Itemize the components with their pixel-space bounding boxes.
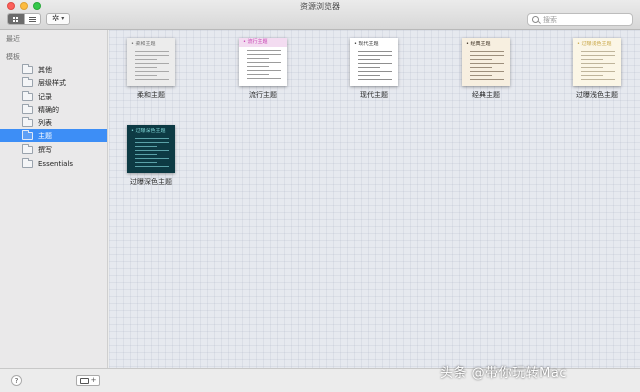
theme-name: 过曝浅色主题 (576, 91, 618, 99)
search-placeholder: 搜索 (543, 15, 557, 24)
folder-icon (22, 116, 33, 127)
sidebar-item-notes[interactable]: 记录 (0, 90, 107, 103)
theme-name: 过曝深色主题 (130, 178, 172, 186)
sidebar-item-outline-styles[interactable]: 层级样式 (0, 76, 107, 89)
theme-thumbnail[interactable]: 经典主题 (462, 38, 510, 86)
templates-section-header: 模板 (6, 53, 20, 61)
sidebar-item-lists[interactable]: 列表 (0, 116, 107, 129)
plus-icon: + (90, 376, 97, 384)
gear-icon: ✲ (51, 13, 60, 24)
folder-icon (22, 90, 33, 101)
help-button[interactable]: ? (11, 375, 22, 386)
template-icon (79, 377, 89, 384)
thumbnail-title: 过曝浅色主题 (577, 41, 617, 48)
sidebar-item-writing[interactable]: 撰写 (0, 143, 107, 156)
add-template-button[interactable]: + (76, 375, 100, 386)
sidebar-item-precise[interactable]: 精确的 (0, 103, 107, 116)
search-icon (532, 16, 539, 23)
theme-name: 现代主题 (360, 91, 388, 99)
theme-thumbnail[interactable]: 过曝浅色主题 (573, 38, 621, 86)
sidebar-item-essentials[interactable]: Essentials (0, 157, 107, 170)
theme-gallery: 柔和主题 柔和主题 流行主题 流行主题 现代主题 现代主题 经典主题 (109, 30, 640, 368)
theme-thumbnail[interactable]: 流行主题 (239, 38, 287, 86)
sidebar-item-other[interactable]: 其他 (0, 63, 107, 76)
theme-name: 柔和主题 (137, 91, 165, 99)
sidebar-item-themes[interactable]: 主题 (0, 129, 107, 142)
search-field[interactable]: 搜索 (527, 13, 633, 26)
grid-view-button[interactable] (8, 14, 24, 24)
theme-name: 经典主题 (472, 91, 500, 99)
folder-icon (22, 76, 33, 87)
resource-browser-window: 资源浏览器 ✲ ▾ 搜索 最近 模板 其他 层级样式 记录 精确的 列表 主题 … (0, 0, 640, 392)
theme-name: 流行主题 (249, 91, 277, 99)
sidebar-item-label: 列表 (38, 118, 52, 127)
chevron-down-icon: ▾ (61, 15, 65, 22)
grid-view-icon (13, 16, 19, 22)
sidebar-item-label: 精确的 (38, 105, 59, 114)
folder-icon (22, 157, 33, 168)
sidebar: 最近 模板 其他 层级样式 记录 精确的 列表 主题 撰写 Essentials (0, 30, 108, 368)
thumbnail-title: 流行主题 (239, 38, 287, 47)
thumbnail-title: 经典主题 (466, 41, 506, 48)
thumbnail-title: 柔和主题 (131, 41, 171, 48)
sidebar-item-label: 记录 (38, 92, 52, 101)
recent-section-header[interactable]: 最近 (6, 34, 20, 44)
watermark: 头条 @带你玩转Mac (440, 366, 567, 381)
sidebar-item-label: 层级样式 (38, 78, 66, 87)
list-view-button[interactable] (23, 14, 41, 24)
sidebar-item-label: 其他 (38, 65, 52, 74)
theme-thumbnail[interactable]: 过曝深色主题 (127, 125, 175, 173)
window-title: 资源浏览器 (300, 2, 340, 11)
sidebar-item-label: 主题 (38, 131, 52, 140)
folder-icon (22, 143, 33, 154)
title-bar: 资源浏览器 ✲ ▾ 搜索 (0, 0, 640, 30)
sidebar-item-label: Essentials (38, 159, 74, 168)
folder-icon (22, 63, 33, 74)
action-menu-button[interactable]: ✲ ▾ (46, 13, 70, 25)
theme-thumbnail[interactable]: 现代主题 (350, 38, 398, 86)
thumbnail-title: 过曝深色主题 (131, 128, 171, 135)
sidebar-item-label: 撰写 (38, 145, 52, 154)
theme-thumbnail[interactable]: 柔和主题 (127, 38, 175, 86)
view-mode-toggle (7, 13, 41, 25)
folder-icon (22, 103, 33, 114)
folder-icon (22, 129, 33, 140)
thumbnail-title: 现代主题 (354, 41, 394, 48)
list-view-icon (28, 16, 36, 22)
